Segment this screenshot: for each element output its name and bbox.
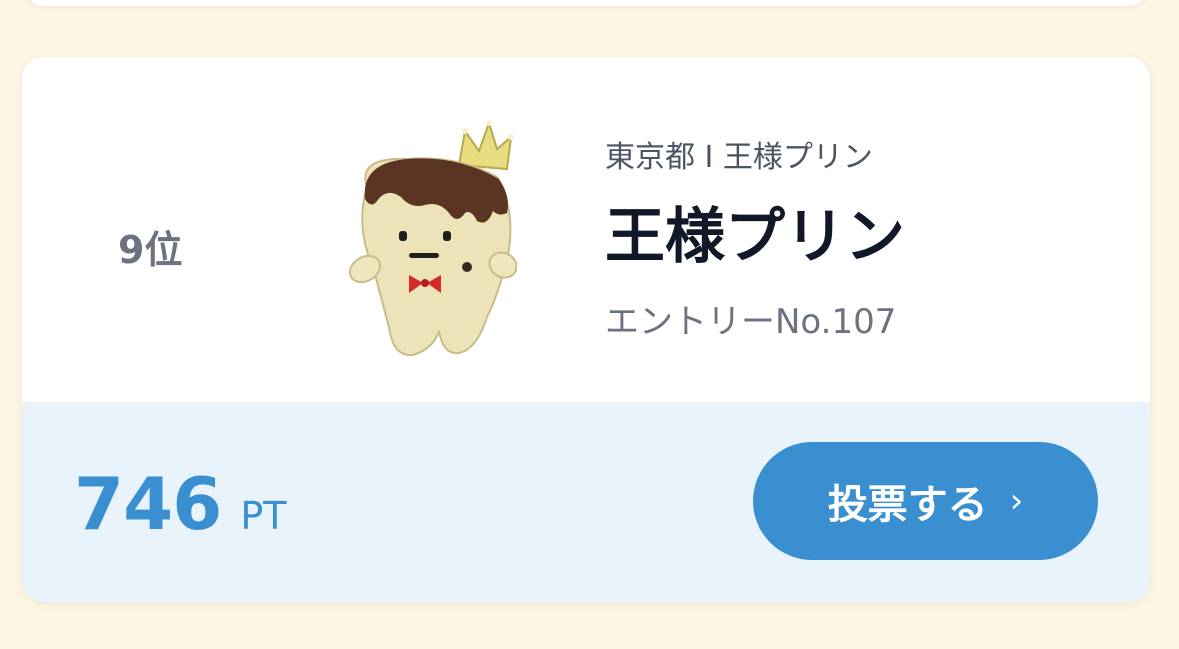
previous-card-edge (22, 0, 1150, 6)
vote-button[interactable]: 投票する › (753, 442, 1098, 560)
chevron-right-icon: › (1009, 481, 1024, 521)
ranking-card: 9位 東京都 I 王様プリン 王様プリン エントリーNo.107 746 PT … (22, 57, 1150, 602)
entry-info: 東京都 I 王様プリン 王様プリン エントリーNo.107 (605, 135, 905, 345)
card-bottom-section: 746 PT 投票する › (22, 402, 1150, 602)
vote-button-label: 投票する (827, 482, 988, 528)
entry-name: 王様プリン (605, 202, 905, 272)
points-display: 746 PT (74, 462, 287, 546)
points-unit: PT (240, 494, 287, 538)
mascot-image (348, 119, 517, 357)
points-value: 746 (74, 462, 222, 546)
card-top-section: 9位 東京都 I 王様プリン 王様プリン エントリーNo.107 (22, 57, 1150, 402)
location-subtitle: 東京都 I 王様プリン (605, 140, 873, 175)
rank-label: 9位 (118, 228, 183, 272)
entry-number: エントリーNo.107 (605, 302, 897, 342)
